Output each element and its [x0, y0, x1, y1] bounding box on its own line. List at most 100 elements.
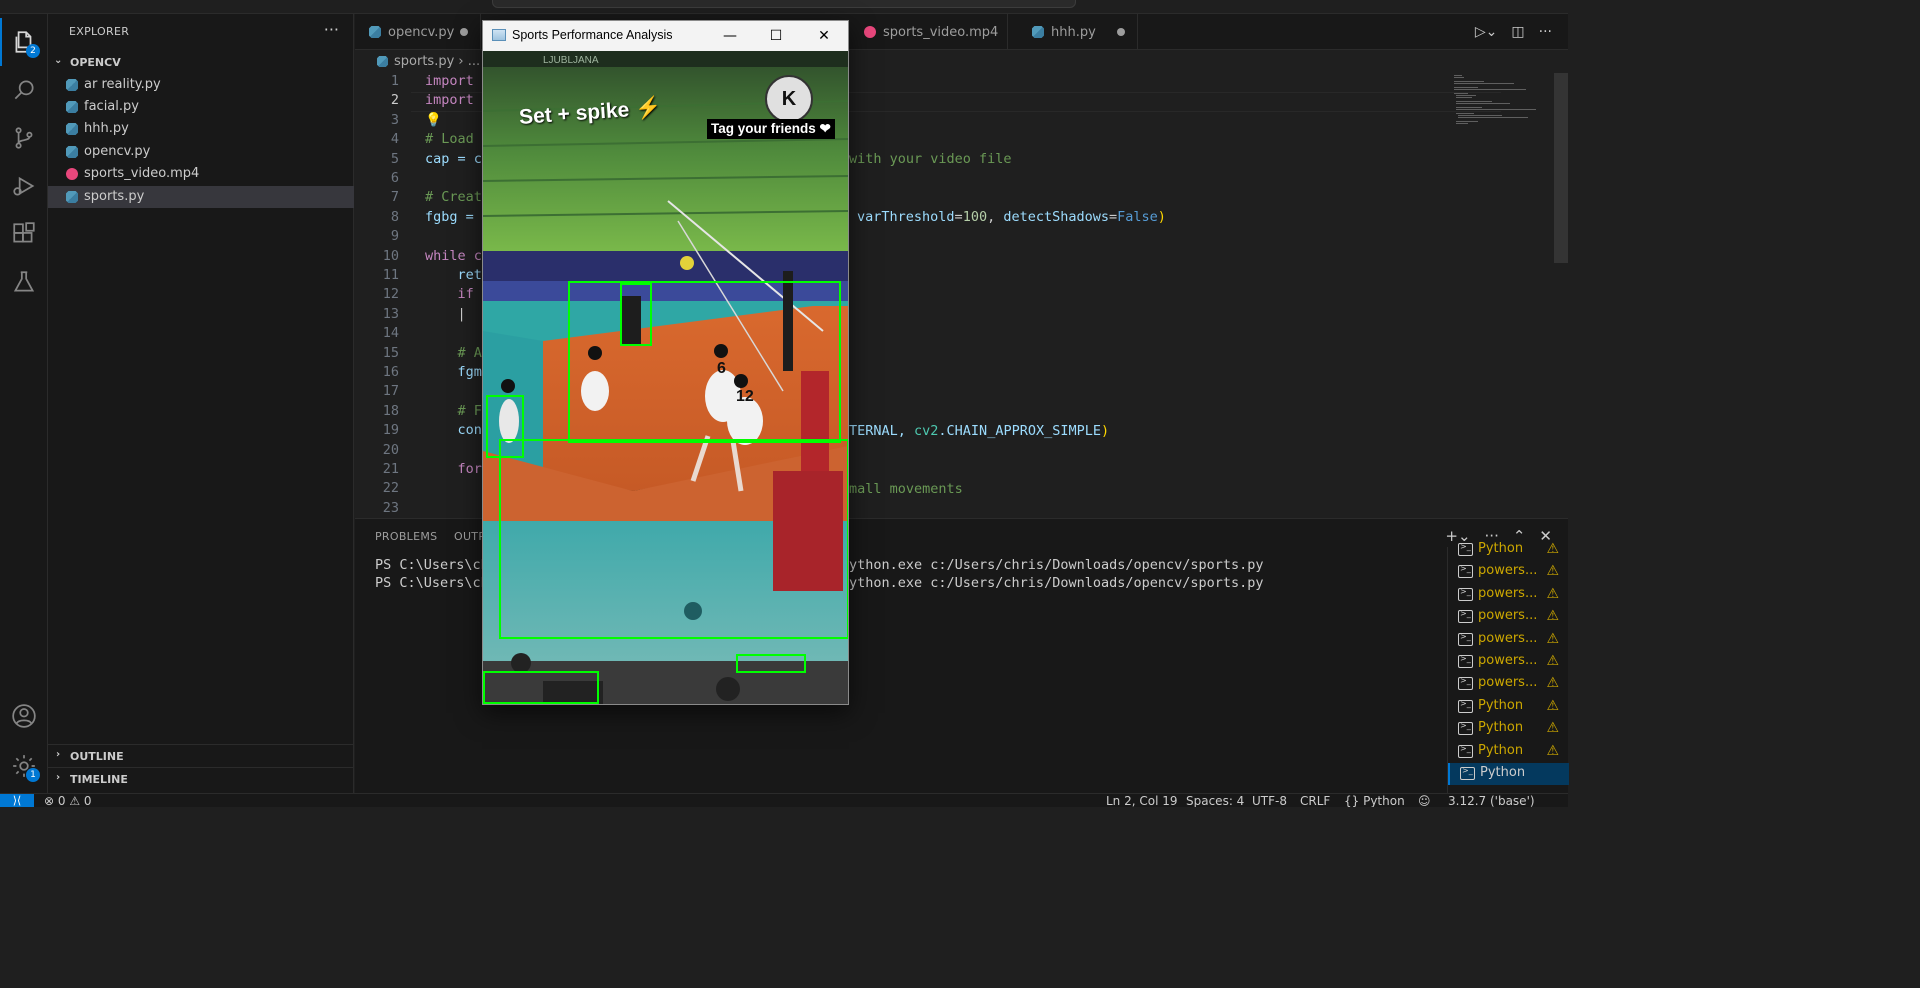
video-file-icon	[66, 168, 78, 180]
breadcrumb-file[interactable]: sports.py › ...	[394, 54, 480, 69]
language-mode[interactable]: {} Python	[1344, 794, 1405, 807]
testing-activity-button[interactable]	[0, 258, 48, 306]
more-actions-icon[interactable]: ···	[1539, 24, 1552, 40]
file-item-opencv[interactable]: opencv.py	[48, 141, 354, 163]
file-item-facial[interactable]: facial.py	[48, 96, 354, 118]
equals: =	[1109, 209, 1118, 225]
line-number: 3	[390, 111, 399, 128]
watermark-logo: K	[765, 75, 813, 123]
terminal-list-item[interactable]: powers... ⚠	[1448, 561, 1569, 583]
tab-problems[interactable]: PROBLEMS	[375, 530, 437, 543]
file-item-hhh[interactable]: hhh.py	[48, 118, 354, 140]
end-of-line[interactable]: CRLF	[1300, 794, 1330, 807]
extensions-activity-button[interactable]	[0, 210, 48, 258]
terminal-list-item[interactable]: Python ⚠	[1448, 696, 1569, 718]
terminal-list-item[interactable]: powers... ⚠	[1448, 606, 1569, 628]
warning-icon: ⚠	[1546, 541, 1559, 557]
search-activity-button[interactable]	[0, 66, 48, 114]
terminal-name: powers...	[1478, 563, 1538, 579]
flask-icon	[13, 271, 35, 292]
python-interpreter[interactable]: 3.12.7 ('base')	[1448, 794, 1535, 807]
accounts-activity-button[interactable]	[0, 692, 48, 740]
file-item-sports[interactable]: sports.py	[48, 186, 354, 208]
const-external: TERNAL,	[849, 423, 915, 439]
line-number: 12	[382, 286, 399, 303]
code-line: if	[425, 286, 482, 303]
terminal-name: powers...	[1478, 608, 1538, 624]
warning-icon: ⚠	[1546, 720, 1559, 737]
terminal-list-item[interactable]: Python ⚠	[1448, 718, 1569, 740]
explorer-activity-button[interactable]: 2	[0, 18, 48, 66]
terminal-list-item[interactable]: powers... ⚠	[1448, 629, 1569, 651]
terminal-list-item[interactable]: powers... ⚠	[1448, 584, 1569, 606]
command-center[interactable]	[492, 0, 1076, 8]
line-number: 22	[382, 480, 399, 497]
terminal-icon	[1458, 632, 1473, 646]
run-icon[interactable]: ▷⌄	[1475, 24, 1498, 40]
encoding[interactable]: UTF-8	[1252, 794, 1287, 807]
python-file-icon	[66, 101, 78, 113]
split-editor-icon[interactable]: ◫	[1511, 24, 1524, 40]
source-control-activity-button[interactable]	[0, 114, 48, 162]
unsaved-dot-icon[interactable]	[1117, 28, 1125, 36]
line-number: 17	[382, 383, 399, 400]
indentation[interactable]: Spaces: 4	[1186, 794, 1244, 807]
tab-label: sports_video.mp4	[883, 25, 999, 40]
file-name: hhh.py	[84, 121, 129, 136]
warning-icon: ⚠	[1546, 608, 1559, 625]
close-button[interactable]: ✕	[801, 21, 847, 51]
code-line: # F	[425, 402, 482, 419]
terminal-list-item[interactable]: powers... ⚠	[1448, 673, 1569, 695]
code-line: # Load t	[425, 131, 491, 148]
timeline-section[interactable]: › TIMELINE	[48, 767, 354, 789]
const-chain: .CHAIN_APPROX_SIMPLE	[938, 423, 1101, 439]
explorer-badge: 2	[26, 44, 40, 58]
line-number: 1	[390, 73, 399, 89]
terminal-name: Python	[1480, 765, 1526, 780]
tab-hhh[interactable]: hhh.py	[1018, 14, 1138, 50]
file-item-ar-reality[interactable]: ar reality.py	[48, 74, 354, 96]
file-name: facial.py	[84, 99, 139, 114]
file-item-sports-video[interactable]: sports_video.mp4	[48, 163, 354, 185]
file-name: opencv.py	[84, 144, 151, 159]
manage-activity-button[interactable]: 1	[0, 742, 48, 790]
line-number: 6	[390, 170, 399, 186]
cursor-position[interactable]: Ln 2, Col 19	[1106, 794, 1178, 807]
terminal-list-item[interactable]: Python	[1448, 763, 1569, 785]
copilot-icon[interactable]: ☺	[1418, 794, 1431, 807]
code-line: while ca	[425, 247, 491, 264]
run-debug-activity-button[interactable]	[0, 162, 48, 210]
unsaved-dot-icon[interactable]	[460, 28, 468, 36]
chevron-right-icon: ›	[56, 772, 61, 783]
tab-sports-video[interactable]: sports_video.mp4	[850, 14, 1008, 50]
param-varthreshold: varThreshold	[857, 209, 955, 225]
code-line: |	[425, 305, 466, 322]
maximize-button[interactable]: ☐	[753, 21, 799, 51]
cv-window-titlebar[interactable]: Sports Performance Analysis — ☐ ✕	[483, 21, 848, 51]
tab-opencv[interactable]: opencv.py	[355, 14, 481, 50]
outline-section[interactable]: › OUTLINE	[48, 744, 354, 766]
more-actions-icon[interactable]: ···	[324, 20, 339, 39]
terminal-list-item[interactable]: Python ⚠	[1448, 741, 1569, 763]
folder-opencv[interactable]: ⌄ OPENCV	[48, 52, 354, 74]
terminal-list-item[interactable]: Python ⚠	[1448, 539, 1569, 561]
line-number: 14	[382, 325, 399, 342]
minimize-button[interactable]: —	[707, 21, 753, 51]
remote-icon[interactable]: ⟩⟨	[0, 794, 34, 807]
tab-output[interactable]: OUTP	[454, 530, 485, 543]
terminal-icon	[1458, 542, 1473, 556]
folder-name: OPENCV	[70, 56, 121, 69]
problems-status[interactable]: ⊗ 0 ⚠ 0	[44, 794, 92, 807]
terminal-icon	[1458, 721, 1473, 736]
comma: ,	[987, 209, 1004, 225]
minimap[interactable]	[1448, 73, 1548, 143]
warning-icon: ⚠	[1546, 585, 1559, 602]
terminal-name: powers...	[1478, 585, 1538, 601]
cv-window[interactable]: Sports Performance Analysis — ☐ ✕ LJUBLJ…	[482, 20, 849, 705]
terminal-list-item[interactable]: powers... ⚠	[1448, 651, 1569, 673]
number-100: 100	[962, 209, 988, 225]
code-line: # A	[425, 344, 482, 361]
terminal-list: Python⚠powers...⚠powers...⚠powers...⚠pow…	[1447, 541, 1569, 794]
editor-scrollbar[interactable]	[1554, 73, 1568, 263]
detection-box	[483, 671, 599, 704]
